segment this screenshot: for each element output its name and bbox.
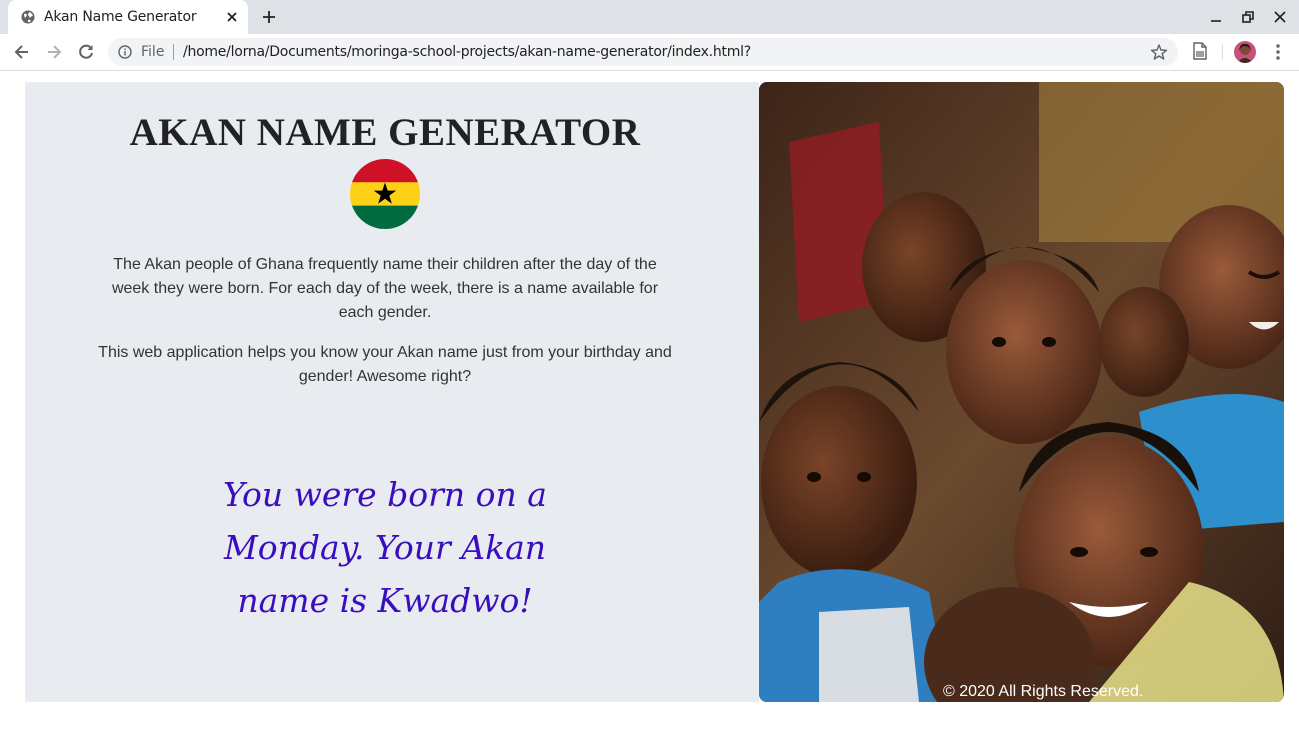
tab-title: Akan Name Generator [44, 9, 197, 25]
tab-strip: Akan Name Generator [0, 0, 1299, 34]
address-separator [173, 44, 174, 60]
document-icon[interactable] [1192, 42, 1208, 60]
intro-paragraph: The Akan people of Ghana frequently name… [111, 256, 659, 321]
avatar[interactable] [1234, 41, 1256, 63]
ghana-flag-icon [350, 159, 420, 229]
forward-arrow-icon[interactable] [44, 42, 64, 62]
toolbar-separator [1222, 44, 1223, 60]
reload-icon[interactable] [76, 42, 96, 62]
active-tab[interactable]: Akan Name Generator [8, 0, 248, 34]
info-panel: AKAN NAME GENERATOR The Akan people of G… [25, 82, 759, 702]
url-text[interactable]: /home/lorna/Documents/moringa-school-pro… [183, 44, 751, 60]
children-photo [759, 82, 1284, 702]
description-paragraph: This web application helps you know your… [98, 344, 672, 385]
close-icon[interactable] [224, 9, 240, 25]
children-photo-illustration [759, 82, 1284, 702]
result-message: You were born on a Monday. Your Akan nam… [223, 475, 547, 620]
minimize-icon[interactable] [1208, 9, 1224, 25]
plus-icon[interactable] [260, 8, 278, 26]
window-close-icon[interactable] [1272, 9, 1288, 25]
globe-icon [21, 10, 35, 24]
page-title: AKAN NAME GENERATOR [129, 111, 641, 154]
back-arrow-icon[interactable] [12, 42, 32, 62]
scheme-label: File [141, 44, 165, 60]
footer-copyright: © 2020 All Rights Reserved. [943, 683, 1144, 700]
toolbar: File /home/lorna/Documents/moringa-schoo… [0, 34, 1299, 71]
address-bar[interactable]: File /home/lorna/Documents/moringa-schoo… [108, 38, 1178, 66]
kebab-menu-icon[interactable] [1270, 43, 1286, 61]
star-icon[interactable] [1150, 43, 1168, 61]
page-content: AKAN NAME GENERATOR The Akan people of G… [25, 82, 1284, 702]
restore-icon[interactable] [1240, 9, 1256, 25]
info-icon[interactable] [118, 45, 132, 59]
